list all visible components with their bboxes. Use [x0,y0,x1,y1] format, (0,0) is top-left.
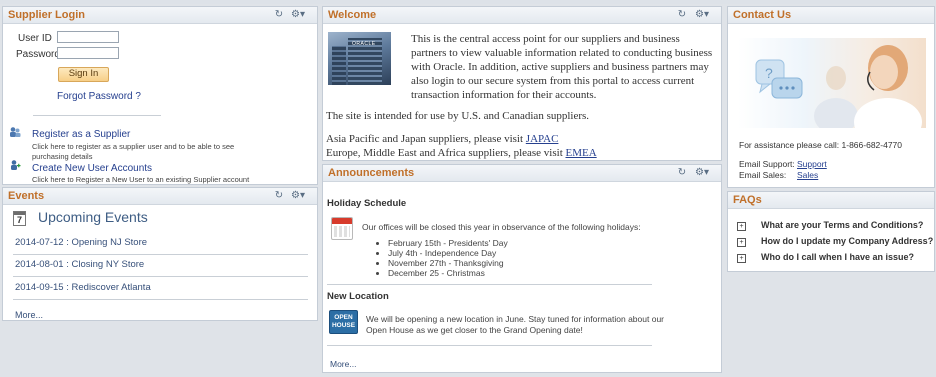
create-users-link[interactable]: Create New User Accounts [32,163,152,174]
register-supplier-link[interactable]: Register as a Supplier [32,129,130,140]
calendar-day: 7 [16,215,22,225]
divider [13,254,308,255]
badge-text: OPEN [334,314,353,321]
list-item: July 4th - Independence Day [388,248,508,258]
email-support-label: Email Support: [739,159,795,169]
new-location-title: New Location [327,291,389,302]
email-sales-link[interactable]: Sales [797,170,818,180]
pane-title: Welcome [328,9,377,21]
image-text: ORACLE [352,41,376,47]
welcome-apj: Asia Pacific and Japan suppliers, please… [326,133,558,145]
pane-title: Events [8,190,45,202]
holiday-intro: Our offices will be closed this year in … [362,222,641,232]
password-label: Password [16,49,60,60]
email-sales-label: Email Sales: [739,170,787,180]
contact-header: Contact Us [728,7,934,24]
welcome-pane: Welcome ↻ ⚙▾ ORACLE This is the central … [322,6,722,161]
pane-title: Supplier Login [8,9,85,21]
register-supplier-desc-2: purchasing details [32,152,93,161]
gear-icon[interactable]: ⚙▾ [695,9,709,21]
refresh-icon[interactable]: ↻ [676,9,688,21]
pane-title: Announcements [328,167,415,179]
register-supplier-icon [9,126,21,138]
announcements-more-link[interactable]: More... [330,359,356,369]
welcome-us-canada: The site is intended for use by U.S. and… [326,110,590,122]
divider [327,345,652,346]
welcome-paragraph: This is the central access point for our… [411,33,713,101]
apj-text: Asia Pacific and Japan suppliers, please… [326,133,526,145]
sign-in-button[interactable]: Sign In [58,67,109,82]
gear-icon[interactable]: ⚙▾ [291,9,305,21]
gear-icon[interactable]: ⚙▾ [695,167,709,179]
refresh-icon[interactable]: ↻ [676,167,688,179]
welcome-header: Welcome ↻ ⚙▾ [323,7,721,24]
emea-link[interactable]: EMEA [566,147,597,159]
list-item: December 25 - Christmas [388,268,508,278]
announcements-pane: Announcements ↻ ⚙▾ Holiday Schedule Our … [322,164,722,373]
event-item[interactable]: 2014-07-12 : Opening NJ Store [15,237,147,248]
password-input[interactable] [57,47,119,59]
top-bar [0,0,936,4]
pane-title: FAQs [733,194,762,206]
event-item[interactable]: 2014-09-15 : Rediscover Atlanta [15,282,151,293]
events-more-link[interactable]: More... [15,310,43,320]
create-users-desc: Click here to Register a New User to an … [32,175,250,184]
plus-box-icon[interactable]: + [737,238,746,247]
calendar-icon: 7 [13,211,26,226]
holiday-list: February 15th - Presidents' Day July 4th… [376,238,508,278]
supplier-login-header: Supplier Login ↻ ⚙▾ [3,7,317,24]
plus-box-icon[interactable]: + [737,254,746,263]
japac-link[interactable]: JAPAC [526,133,559,145]
supplier-login-pane: Supplier Login ↻ ⚙▾ User ID Password Sig… [2,6,318,185]
user-id-input[interactable] [57,31,119,43]
divider [33,115,161,116]
upcoming-events-heading: Upcoming Events [38,209,148,225]
refresh-icon[interactable]: ↻ [273,190,285,202]
event-item[interactable]: 2014-08-01 : Closing NY Store [15,259,144,270]
emea-text: Europe, Middle East and Africa suppliers… [326,147,566,159]
new-location-text: We will be opening a new location in Jun… [366,314,664,324]
faq-item[interactable]: What are your Terms and Conditions? [761,220,923,230]
new-location-text-2: Open House as we get closer to the Grand… [366,325,583,335]
faq-item[interactable]: How do I update my Company Address? [761,236,933,246]
svg-text:?: ? [765,65,773,81]
oracle-building-image: ORACLE [328,32,391,85]
refresh-icon[interactable]: ↻ [273,9,285,21]
list-item: November 27th - Thanksgiving [388,258,508,268]
gear-icon[interactable]: ⚙▾ [291,190,305,202]
user-id-label: User ID [18,33,52,44]
contact-pane: Contact Us ? For assistance please call:… [727,6,935,188]
welcome-emea: Europe, Middle East and Africa suppliers… [326,147,597,159]
badge-text: HOUSE [331,322,356,329]
faqs-pane: FAQs + What are your Terms and Condition… [727,191,935,272]
divider [13,276,308,277]
announcements-header: Announcements ↻ ⚙▾ [323,165,721,182]
create-users-icon [9,159,21,171]
calendar-icon [331,217,353,240]
divider [327,284,652,285]
events-pane: Events ↻ ⚙▾ 7 Upcoming Events 2014-07-12… [2,187,318,321]
email-support-link[interactable]: Support [797,159,827,169]
contact-support-image: ? [738,38,926,128]
plus-box-icon[interactable]: + [737,222,746,231]
forgot-password-link[interactable]: Forgot Password ? [57,91,141,102]
open-house-badge: OPEN HOUSE [329,310,358,334]
holiday-schedule-title: Holiday Schedule [327,198,407,209]
divider [13,299,308,300]
list-item: February 15th - Presidents' Day [388,238,508,248]
faq-item[interactable]: Who do I call when I have an issue? [761,252,914,262]
contact-phone: For assistance please call: 1-866-682-47… [739,140,903,150]
faqs-header: FAQs [728,192,934,209]
pane-title: Contact Us [733,9,792,21]
events-header: Events ↻ ⚙▾ [3,188,317,205]
register-supplier-desc: Click here to register as a supplier use… [32,142,235,151]
